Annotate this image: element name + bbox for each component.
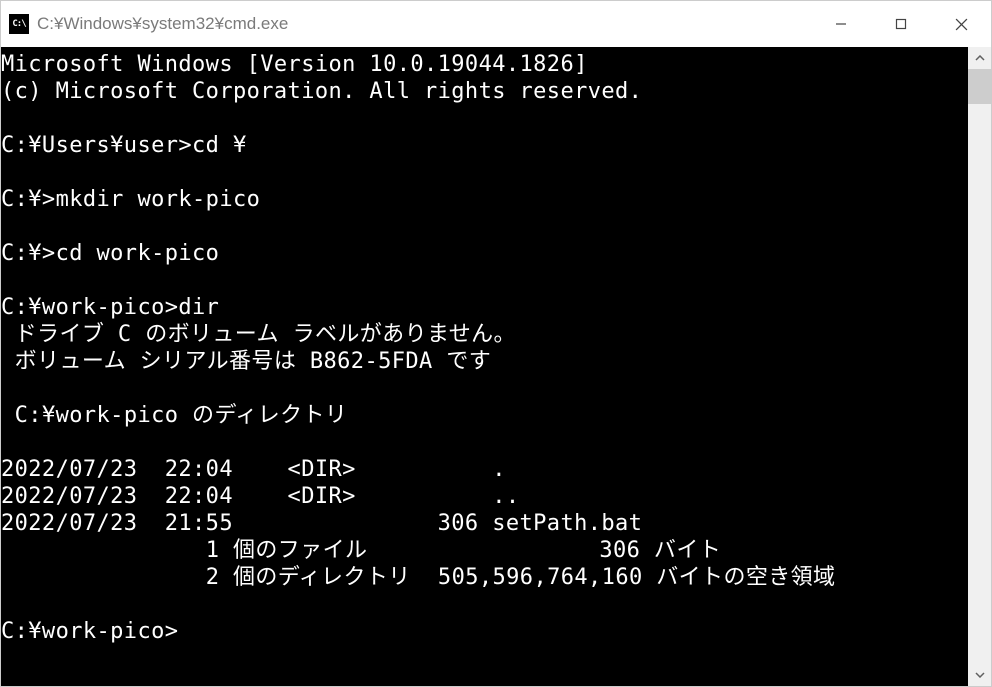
terminal-line: C:¥work-pico のディレクトリ <box>1 402 968 429</box>
terminal-line: 2022/07/23 22:04 <DIR> .. <box>1 483 968 510</box>
terminal-line: ボリューム シリアル番号は B862-5FDA です <box>1 348 968 375</box>
terminal-line: 2022/07/23 22:04 <DIR> . <box>1 456 968 483</box>
close-button[interactable] <box>931 1 991 47</box>
scroll-up-button[interactable] <box>968 47 991 69</box>
scroll-down-button[interactable] <box>968 664 991 686</box>
client-area: Microsoft Windows [Version 10.0.19044.18… <box>1 47 991 686</box>
terminal-line: 1 個のファイル 306 バイト <box>1 537 968 564</box>
titlebar-left: C:\ C:¥Windows¥system32¥cmd.exe <box>9 14 288 34</box>
terminal-line: C:¥work-pico> <box>1 618 968 645</box>
cmd-icon: C:\ <box>9 14 29 34</box>
maximize-button[interactable] <box>871 1 931 47</box>
cmd-window: C:\ C:¥Windows¥system32¥cmd.exe Microsof… <box>0 0 992 687</box>
terminal-line: 2022/07/23 21:55 306 setPath.bat <box>1 510 968 537</box>
terminal-output[interactable]: Microsoft Windows [Version 10.0.19044.18… <box>1 47 968 686</box>
scroll-track[interactable] <box>968 69 991 664</box>
terminal-line <box>1 159 968 186</box>
terminal-line <box>1 267 968 294</box>
terminal-line: ドライブ C のボリューム ラベルがありません。 <box>1 321 968 348</box>
minimize-button[interactable] <box>811 1 871 47</box>
terminal-line: (c) Microsoft Corporation. All rights re… <box>1 78 968 105</box>
titlebar[interactable]: C:\ C:¥Windows¥system32¥cmd.exe <box>1 1 991 47</box>
terminal-line <box>1 213 968 240</box>
terminal-line <box>1 591 968 618</box>
terminal-line: 2 個のディレクトリ 505,596,764,160 バイトの空き領域 <box>1 564 968 591</box>
terminal-line: C:¥>cd work-pico <box>1 240 968 267</box>
scrollbar[interactable] <box>968 47 991 686</box>
terminal-line: C:¥>mkdir work-pico <box>1 186 968 213</box>
terminal-line <box>1 375 968 402</box>
terminal-line: C:¥Users¥user>cd ¥ <box>1 132 968 159</box>
terminal-line: C:¥work-pico>dir <box>1 294 968 321</box>
scroll-thumb[interactable] <box>968 69 991 104</box>
terminal-line <box>1 429 968 456</box>
terminal-line: Microsoft Windows [Version 10.0.19044.18… <box>1 51 968 78</box>
window-title: C:¥Windows¥system32¥cmd.exe <box>37 14 288 34</box>
terminal-line <box>1 105 968 132</box>
window-controls <box>811 1 991 47</box>
